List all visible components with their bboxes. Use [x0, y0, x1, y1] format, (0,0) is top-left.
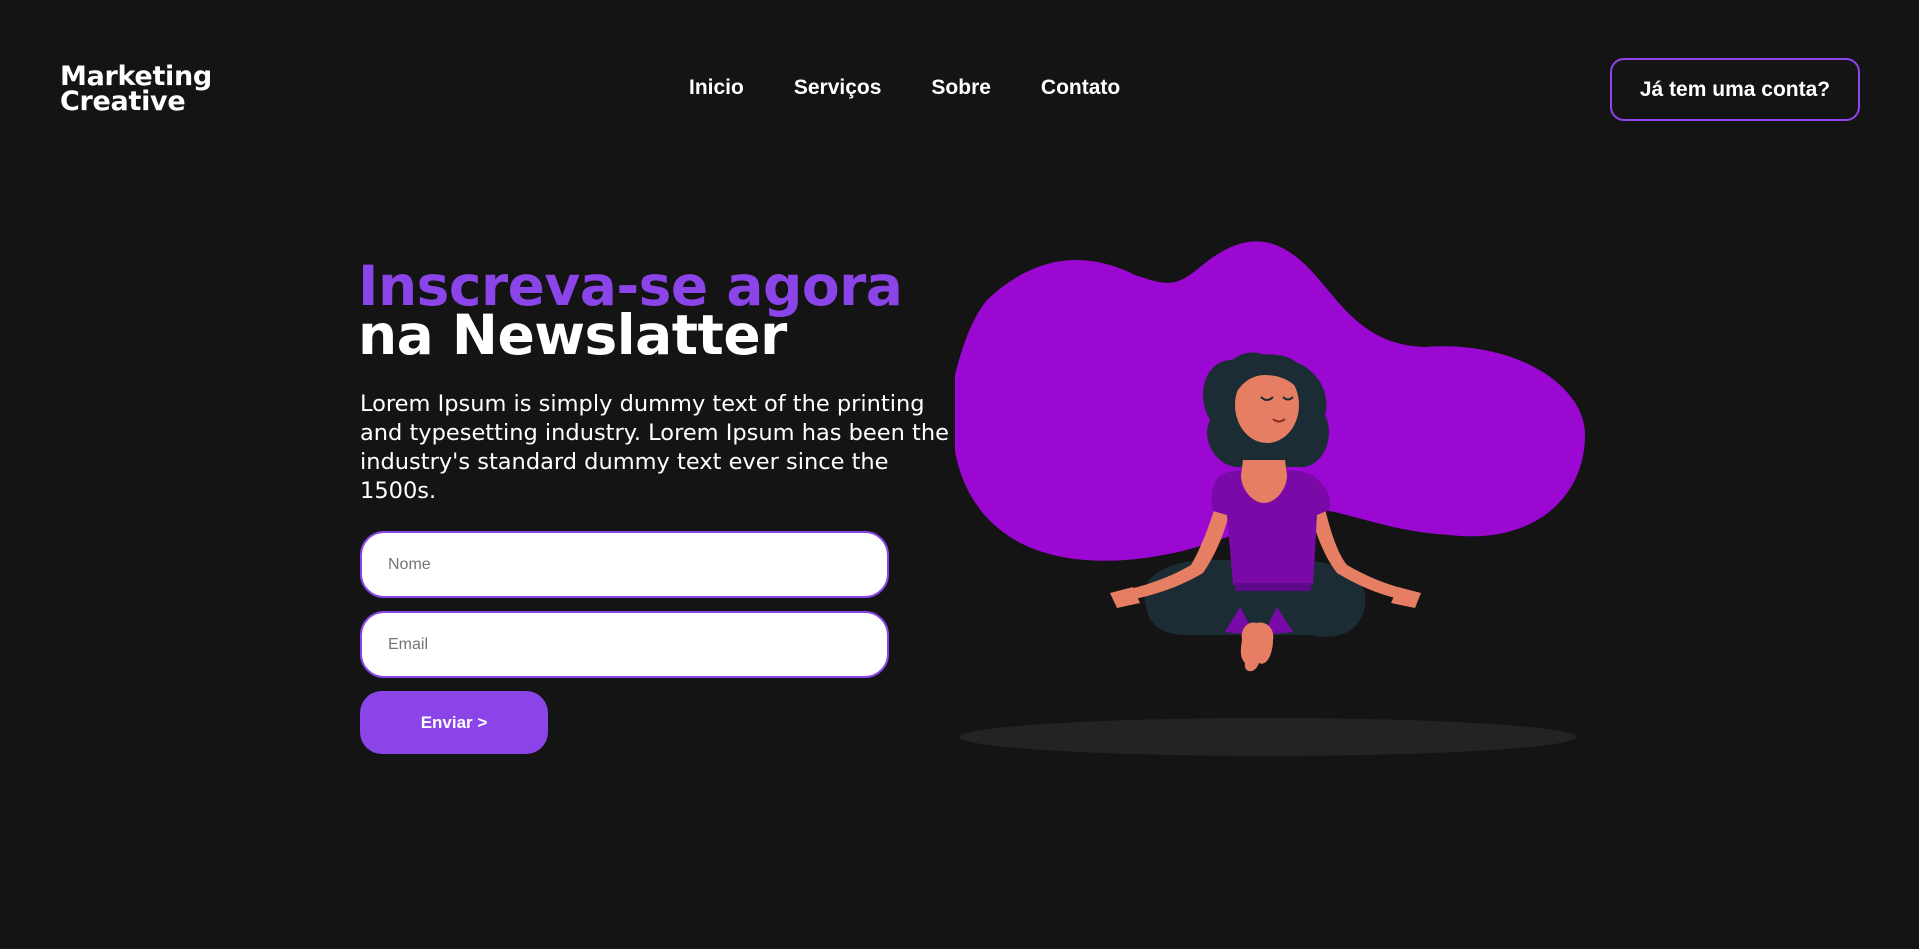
logo-line-2: Creative: [60, 86, 186, 117]
nav-link-contato[interactable]: Contato: [1041, 76, 1120, 100]
main-nav: Inicio Serviços Sobre Contato: [689, 76, 1170, 100]
name-input[interactable]: [360, 531, 889, 598]
hero-title: Inscreva-se agora na Newslatter: [358, 259, 903, 367]
logo[interactable]: Marketing Creative: [60, 63, 212, 117]
nav-link-inicio[interactable]: Inicio: [689, 76, 744, 100]
nav-link-servicos[interactable]: Serviços: [794, 76, 882, 100]
submit-button[interactable]: Enviar >: [360, 691, 548, 754]
hero-description: Lorem Ipsum is simply dummy text of the …: [360, 391, 949, 504]
email-input[interactable]: [360, 611, 889, 678]
meditating-woman-illustration: [955, 241, 1585, 756]
newsletter-page: Marketing Creative Inicio Serviços Sobre…: [0, 0, 1919, 949]
login-button[interactable]: Já tem uma conta?: [1610, 58, 1860, 121]
floor-shadow: [960, 718, 1576, 756]
shirt-hem: [1235, 583, 1311, 591]
hero-title-main: na Newslatter: [358, 303, 787, 367]
nav-link-sobre[interactable]: Sobre: [931, 76, 991, 100]
feet: [1240, 622, 1274, 672]
